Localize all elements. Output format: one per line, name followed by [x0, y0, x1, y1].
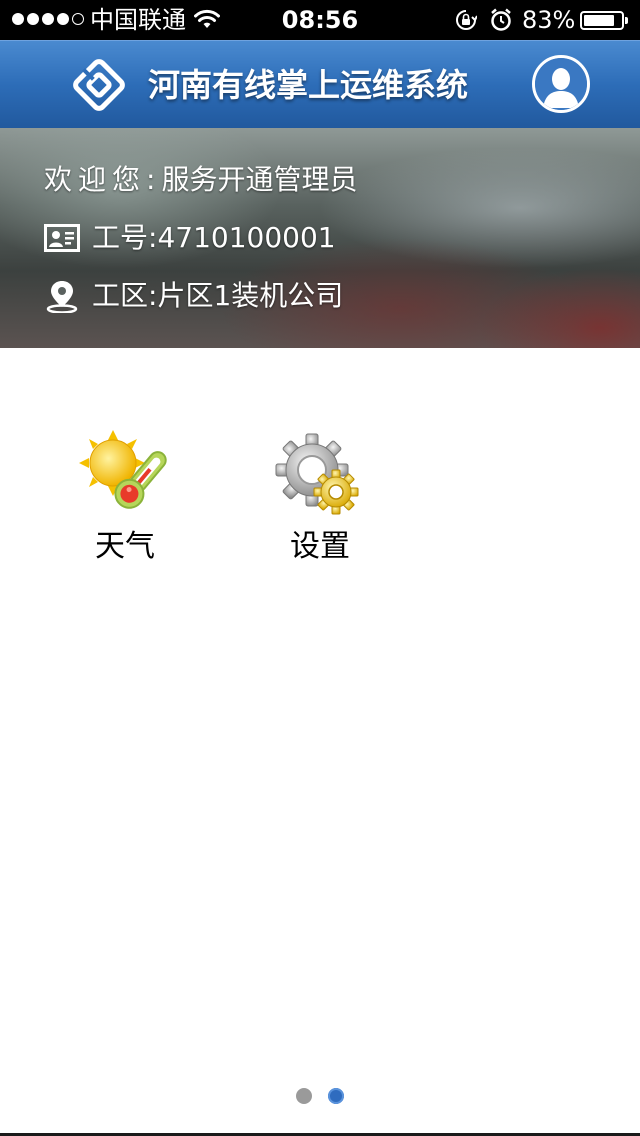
- phone-screen: 中国联通 08:56 83% 河南有线掌上运维系统 欢迎您: 服务开通管理员 工…: [0, 0, 640, 1136]
- location-pin-icon: [46, 281, 78, 313]
- settings-app-tile[interactable]: 设置: [250, 430, 390, 570]
- battery-icon: [580, 11, 624, 30]
- rotation-lock-icon: [456, 10, 477, 30]
- battery-level-fill: [584, 15, 614, 26]
- work-area-row: 工区: 片区1装机公司: [44, 279, 343, 313]
- battery-percentage: 83%: [522, 6, 576, 34]
- work-area-label: 工区:: [92, 279, 158, 312]
- employee-id-value: 4710100001: [157, 221, 336, 254]
- page-dot-1[interactable]: [296, 1088, 312, 1104]
- app-header: 河南有线掌上运维系统: [0, 40, 640, 128]
- settings-gear-icon: [275, 433, 359, 515]
- alarm-icon: [491, 8, 511, 31]
- user-info-banner: 欢迎您: 服务开通管理员 工号: 4710100001 工区: 片区1装机公司: [0, 128, 640, 348]
- weather-label: 天气: [95, 529, 155, 564]
- user-name: 服务开通管理员: [161, 163, 358, 196]
- work-area-value: 片区1装机公司: [157, 279, 344, 312]
- weather-app-tile[interactable]: 天气: [55, 430, 195, 570]
- weather-icon: [79, 430, 167, 509]
- welcome-row: 欢迎您: 服务开通管理员: [44, 163, 357, 197]
- settings-label: 设置: [290, 529, 350, 564]
- employee-id-label: 工号:: [92, 221, 158, 254]
- app-title: 河南有线掌上运维系统: [148, 66, 469, 104]
- page-dot-2[interactable]: [328, 1088, 344, 1104]
- page-indicator: [0, 1088, 640, 1104]
- id-card-icon: [44, 224, 80, 252]
- welcome-label: 欢迎您:: [44, 163, 162, 196]
- user-avatar-button[interactable]: [532, 55, 590, 113]
- employee-id-row: 工号: 4710100001: [44, 221, 336, 255]
- user-avatar-icon: [535, 58, 587, 110]
- status-bar: 中国联通 08:56 83%: [0, 0, 640, 40]
- battery-tip: [625, 17, 628, 24]
- cable-logo-icon: [73, 59, 125, 111]
